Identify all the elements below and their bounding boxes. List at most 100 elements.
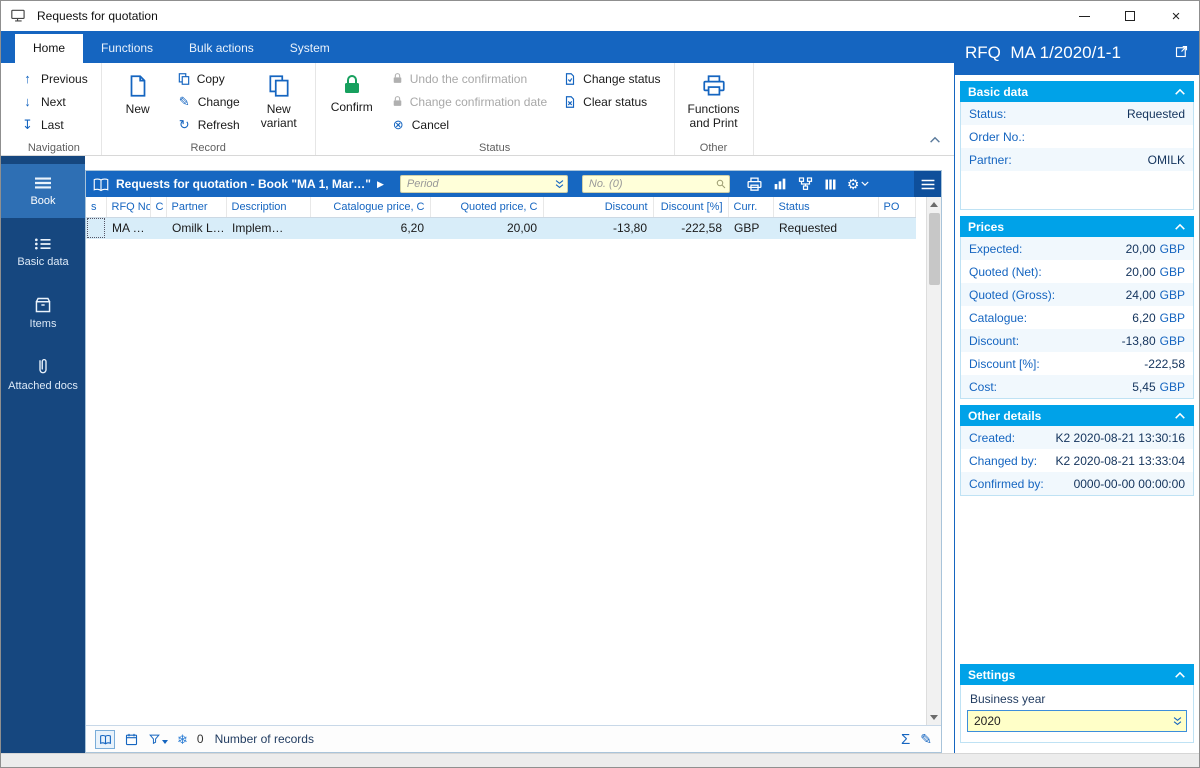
scroll-thumb[interactable] xyxy=(929,213,940,285)
scroll-up-arrow[interactable] xyxy=(927,197,941,212)
frozen-count: 0 xyxy=(197,732,204,746)
rfq-table: s RFQ No C Partner Description Catalogue… xyxy=(86,197,916,239)
ribbon-group-navigation: ↑ Previous ↓ Next ↧ Last Navigation xyxy=(7,63,102,155)
sidebar-item-items[interactable]: Items xyxy=(1,286,85,340)
dropdown-chevrons-icon[interactable] xyxy=(1172,715,1183,730)
column-header-catalogue-price[interactable]: Catalogue price, C xyxy=(310,197,430,217)
group-label-status: Status xyxy=(316,142,674,154)
calendar-icon[interactable] xyxy=(124,732,139,747)
new-variant-icon xyxy=(266,73,292,99)
filter-button[interactable] xyxy=(148,733,168,746)
gear-icon: ⚙ xyxy=(847,177,860,191)
tab-system[interactable]: System xyxy=(272,34,348,63)
column-header-rfq-no[interactable]: RFQ No xyxy=(106,197,150,217)
column-header-discount-pct[interactable]: Discount [%] xyxy=(653,197,728,217)
detail-row-expected: Expected: 20,00GBP xyxy=(961,237,1193,260)
sum-icon[interactable]: Σ xyxy=(901,732,910,747)
section-header-prices[interactable]: Prices xyxy=(960,216,1194,237)
change-status-button[interactable]: Change status xyxy=(558,68,665,89)
records-label[interactable]: Number of records xyxy=(215,732,314,746)
ribbon-tabbar: Home Functions Bulk actions System xyxy=(1,31,954,63)
columns-icon[interactable] xyxy=(823,177,838,192)
section-header-settings[interactable]: Settings xyxy=(960,664,1194,685)
copy-button[interactable]: Copy xyxy=(172,68,245,89)
window-title: Requests for quotation xyxy=(37,9,158,23)
sidebar-item-attached-docs[interactable]: Attached docs xyxy=(1,347,85,401)
cell-discount: -13,80 xyxy=(543,217,653,239)
minimize-icon xyxy=(1079,16,1090,17)
section-header-basic-data[interactable]: Basic data xyxy=(960,81,1194,102)
relations-icon[interactable] xyxy=(797,176,814,192)
business-year-field xyxy=(967,710,1187,732)
column-header-quoted-price[interactable]: Quoted price, C xyxy=(430,197,543,217)
print-icon[interactable] xyxy=(746,176,763,193)
chart-icon[interactable] xyxy=(772,176,788,192)
grid-statusbar: ❄ 0 Number of records Σ ✎ xyxy=(86,725,941,752)
new-button[interactable]: New xyxy=(110,68,166,138)
undo-confirmation-button[interactable]: Undo the confirmation xyxy=(386,68,552,89)
dropdown-chevrons-icon[interactable] xyxy=(554,178,565,193)
ribbon-collapse-button[interactable] xyxy=(928,133,942,147)
change-button[interactable]: ✎ Change xyxy=(172,91,245,112)
snowflake-icon[interactable]: ❄ xyxy=(177,733,188,746)
cell-currency: GBP xyxy=(728,217,773,239)
tab-home[interactable]: Home xyxy=(15,34,83,63)
scroll-down-arrow[interactable] xyxy=(927,710,941,725)
column-header-currency[interactable]: Curr. xyxy=(728,197,773,217)
period-input[interactable] xyxy=(400,175,568,193)
number-search-input[interactable] xyxy=(582,175,730,193)
confirm-button[interactable]: Confirm xyxy=(324,68,380,138)
arrow-down-icon: ↓ xyxy=(20,95,35,108)
column-header-description[interactable]: Description xyxy=(226,197,310,217)
column-header-po[interactable]: PO xyxy=(878,197,916,217)
book-view-icon xyxy=(32,175,54,191)
details-panel: RFQ MA 1/2020/1-1 Basic data Status: Req… xyxy=(954,31,1199,753)
expand-icon xyxy=(1174,44,1189,59)
play-icon[interactable]: ▶ xyxy=(377,179,384,190)
last-button[interactable]: ↧ Last xyxy=(15,114,93,135)
ribbon: ↑ Previous ↓ Next ↧ Last Navigation xyxy=(1,63,954,156)
minimize-button[interactable] xyxy=(1061,1,1107,31)
list-icon xyxy=(33,236,53,252)
next-button[interactable]: ↓ Next xyxy=(15,91,93,112)
business-year-input[interactable] xyxy=(967,710,1187,732)
collapse-chevron-icon xyxy=(1174,409,1186,423)
hamburger-icon xyxy=(920,178,936,191)
group-label-other: Other xyxy=(675,142,753,154)
new-variant-button[interactable]: New variant xyxy=(251,68,307,138)
expand-button[interactable] xyxy=(1174,44,1189,62)
column-header-partner[interactable]: Partner xyxy=(166,197,226,217)
cancel-button[interactable]: ⊗ Cancel xyxy=(386,114,552,135)
section-header-other-details[interactable]: Other details xyxy=(960,405,1194,426)
previous-button[interactable]: ↑ Previous xyxy=(15,68,93,89)
paperclip-icon xyxy=(34,356,52,376)
cell-status: Requested xyxy=(773,217,878,239)
clear-status-button[interactable]: Clear status xyxy=(558,91,665,112)
book-menu-button[interactable] xyxy=(914,171,941,197)
column-header-discount[interactable]: Discount xyxy=(543,197,653,217)
settings-gear-button[interactable]: ⚙ xyxy=(847,177,870,191)
maximize-button[interactable] xyxy=(1107,1,1153,31)
cell-quoted-price: 20,00 xyxy=(430,217,543,239)
refresh-button[interactable]: ↻ Refresh xyxy=(172,114,245,135)
header-toolbar: ⚙ xyxy=(746,176,870,193)
view-toggle-button[interactable] xyxy=(95,730,115,749)
table-header-row: s RFQ No C Partner Description Catalogue… xyxy=(86,197,916,217)
column-header-c[interactable]: C xyxy=(150,197,166,217)
tab-bulk-actions[interactable]: Bulk actions xyxy=(171,34,272,63)
close-button[interactable]: × xyxy=(1153,1,1199,31)
column-header-s[interactable]: s xyxy=(86,197,106,217)
sidebar-item-basic-data[interactable]: Basic data xyxy=(1,225,85,279)
column-header-status[interactable]: Status xyxy=(773,197,878,217)
sidebar-item-book[interactable]: Book xyxy=(1,164,85,218)
vertical-scrollbar[interactable] xyxy=(926,197,941,725)
tab-functions[interactable]: Functions xyxy=(83,34,171,63)
group-label-record: Record xyxy=(102,142,315,154)
search-icon[interactable] xyxy=(715,178,727,193)
detail-row-quoted-gross: Quoted (Gross): 24,00GBP xyxy=(961,283,1193,306)
change-confirmation-date-button[interactable]: Change confirmation date xyxy=(386,91,552,112)
arrow-last-icon: ↧ xyxy=(20,118,35,131)
functions-and-print-button[interactable]: Functions and Print xyxy=(683,68,745,138)
table-row[interactable]: MA … Omilk L… Implem… 6,20 20,00 -13,80 … xyxy=(86,217,916,239)
edit-icon[interactable]: ✎ xyxy=(920,732,932,746)
